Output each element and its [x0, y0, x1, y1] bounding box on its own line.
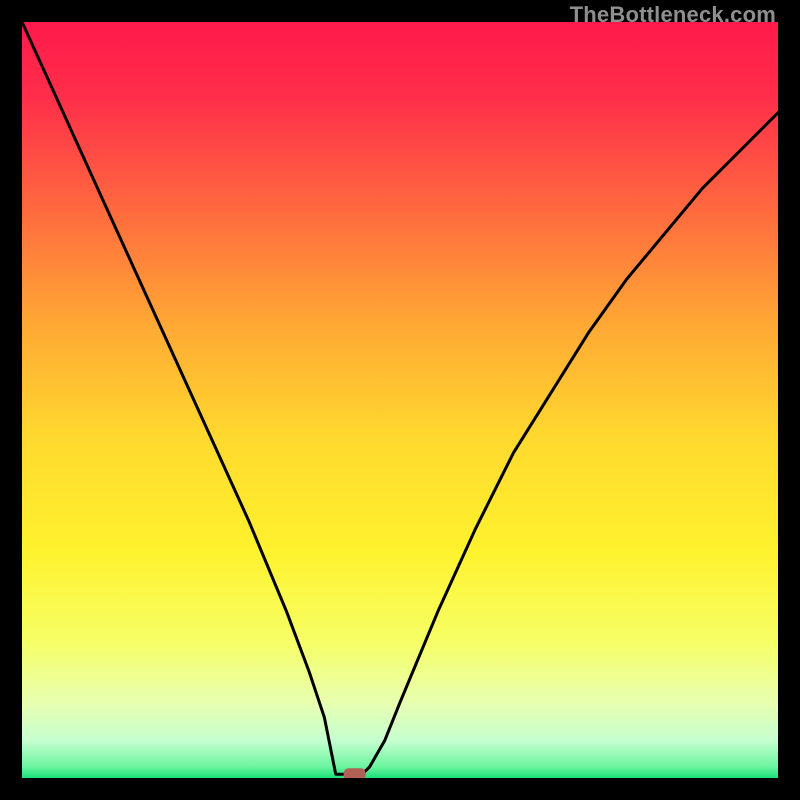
chart-background [22, 22, 778, 778]
plot-frame [22, 22, 778, 778]
optimum-marker [344, 768, 366, 778]
chart-svg [22, 22, 778, 778]
